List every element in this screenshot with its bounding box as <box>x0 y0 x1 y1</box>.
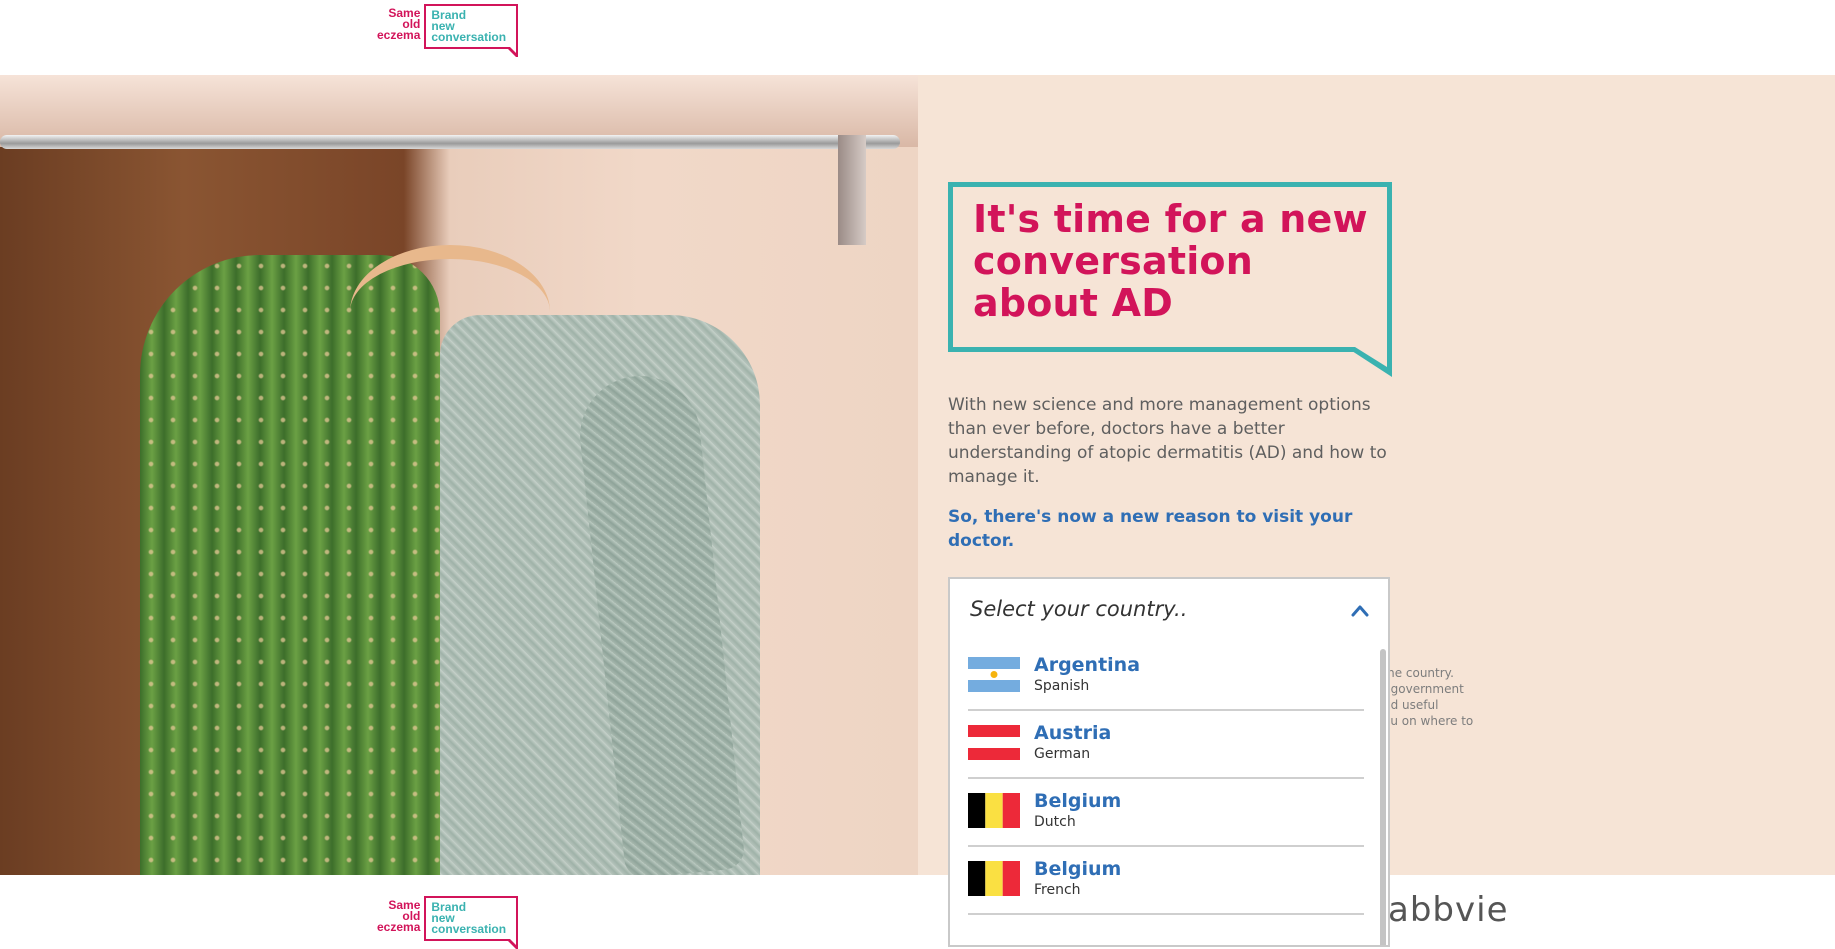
country-option-argentina[interactable]: Argentina Spanish <box>968 643 1364 711</box>
country-name: Belgium <box>1034 858 1122 880</box>
side-note-line: ou on where to <box>1383 714 1474 728</box>
side-note-line: , government <box>1383 682 1464 696</box>
dropdown-scrollbar[interactable] <box>1380 649 1386 945</box>
abbvie-logo[interactable]: abbvie <box>1388 890 1508 930</box>
country-language: Spanish <box>1034 678 1090 694</box>
argentina-flag-icon <box>968 657 1020 692</box>
country-option-belgium-dutch[interactable]: Belgium Dutch <box>968 779 1364 847</box>
logo-word: conversation <box>431 30 507 44</box>
page-title: It's time for a new conversation about A… <box>973 197 1368 325</box>
country-option-belgium-french[interactable]: Belgium French <box>968 847 1364 915</box>
rod-bracket <box>838 135 866 245</box>
belgium-flag-icon <box>968 793 1020 828</box>
country-options-list: Argentina Spanish Austria German Belgium… <box>968 643 1364 915</box>
lead-paragraph: So, there's now a new reason to visit yo… <box>948 507 1353 551</box>
logo-word: conversation <box>431 922 507 936</box>
hero-image-cactus-sweater <box>0 75 918 875</box>
logo-word: eczema <box>377 920 421 934</box>
belgium-flag-icon <box>968 861 1020 896</box>
title-speech-bubble: It's time for a new conversation about A… <box>948 182 1392 377</box>
hero-section: It's time for a new conversation about A… <box>0 75 1835 875</box>
wooden-hanger <box>350 245 550 379</box>
logo-word: eczema <box>377 28 421 42</box>
side-note-text: me country. , government nd useful ou on… <box>1383 665 1483 729</box>
chevron-up-icon[interactable] <box>1350 601 1370 621</box>
logo-left-text: Same old eczema <box>377 899 421 934</box>
country-language: French <box>1034 882 1081 898</box>
country-name: Austria <box>1034 722 1112 744</box>
austria-flag-icon <box>968 725 1020 760</box>
side-note-line: me country. <box>1383 666 1454 680</box>
country-name: Belgium <box>1034 790 1122 812</box>
logo-speech-box: Brand new conversation <box>424 896 519 949</box>
footer-logo[interactable]: Same old eczema Brand new conversation <box>377 896 519 949</box>
country-language: German <box>1034 746 1091 762</box>
country-language: Dutch <box>1034 814 1076 830</box>
bubble-tail-inner <box>1355 347 1387 367</box>
closet-rod <box>0 135 900 149</box>
country-select[interactable]: Select your country.. Argentina Spanish … <box>948 577 1390 947</box>
country-option-austria[interactable]: Austria German <box>968 711 1364 779</box>
side-note-line: nd useful <box>1383 698 1439 712</box>
site-header: Same old eczema Brand new conversation <box>0 0 1835 75</box>
country-select-placeholder: Select your country.. <box>970 597 1188 621</box>
country-select-toggle[interactable]: Select your country.. <box>950 579 1388 643</box>
country-name: Argentina <box>1034 654 1141 676</box>
logo-speech-box: Brand new conversation <box>424 4 519 57</box>
intro-paragraph: With new science and more management opt… <box>948 395 1387 487</box>
site-logo[interactable]: Same old eczema Brand new conversation <box>377 4 519 57</box>
site-footer: Same old eczema Brand new conversation <box>0 875 1835 949</box>
logo-left-text: Same old eczema <box>377 7 421 42</box>
